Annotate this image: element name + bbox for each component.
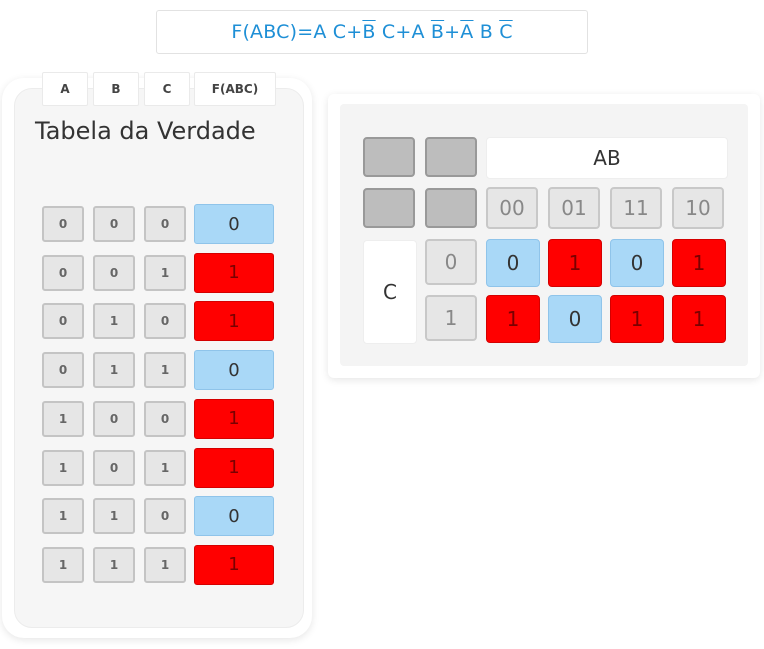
formula-segment: C: [499, 21, 513, 43]
formula-segment: A: [460, 21, 474, 43]
truth-table-header: F(ABC): [194, 72, 276, 106]
truth-table-input-cell: 0: [144, 498, 186, 535]
truth-table-input-cell: 1: [93, 546, 135, 583]
truth-table-output-cell: 0: [194, 204, 274, 244]
kmap-corner-block: [363, 188, 415, 228]
truth-table-input-cell: 1: [93, 352, 135, 389]
truth-table-input-cell: 0: [93, 400, 135, 437]
truth-table-input-cell: 0: [42, 303, 84, 340]
truth-table-input-cell: 1: [93, 498, 135, 535]
kmap-corner-block: [363, 137, 415, 177]
truth-table-input-cell: 1: [144, 254, 186, 291]
kmap-cell: 1: [672, 239, 726, 287]
truth-table-input-cell: 0: [42, 254, 84, 291]
kmap-column-code: 10: [672, 187, 724, 229]
formula-segment: C+A: [375, 21, 431, 43]
formula-segment: C+: [332, 21, 363, 43]
truth-table-input-cell: 0: [144, 400, 186, 437]
kmap-cell: 0: [548, 295, 602, 343]
truth-table-input-cell: 0: [42, 206, 84, 242]
truth-table-input-cell: 0: [144, 303, 186, 340]
truth-table-input-cell: 1: [144, 352, 186, 389]
truth-table-input-cell: 1: [42, 400, 84, 437]
formula-segment: F(ABC)=A: [231, 21, 333, 43]
truth-table-input-cell: 0: [42, 352, 84, 389]
kmap-cell: 1: [486, 295, 540, 343]
truth-table-output-cell: 1: [194, 301, 274, 342]
kmap-cell: 0: [486, 239, 540, 287]
kmap-column-code: 00: [486, 187, 538, 229]
truth-table-output-cell: 1: [194, 398, 274, 439]
truth-table-input-cell: 1: [93, 303, 135, 340]
truth-table-input-cell: 0: [93, 206, 135, 242]
kmap-column-code: 01: [548, 187, 600, 229]
truth-table-input-cell: 1: [42, 449, 84, 486]
truth-table-input-cell: 1: [144, 546, 186, 583]
truth-table-header: C: [144, 72, 190, 106]
truth-table-output-cell: 0: [194, 350, 274, 391]
truth-table-header: A: [42, 72, 88, 106]
formula-segment: +: [444, 21, 461, 43]
kmap-row-code: 1: [425, 295, 477, 341]
truth-table-input-cell: 0: [93, 449, 135, 486]
truth-table-output-cell: 1: [194, 544, 274, 585]
truth-table-input-cell: 1: [42, 498, 84, 535]
kmap-column-code: 11: [610, 187, 662, 229]
truth-table-input-cell: 1: [144, 449, 186, 486]
kmap-corner-block: [425, 137, 477, 177]
kmap-corner-block: [425, 188, 477, 228]
truth-table-output-cell: 1: [194, 252, 274, 293]
truth-table-input-cell: 0: [144, 206, 186, 242]
truth-table-output-cell: 0: [194, 496, 274, 537]
kmap-cell: 1: [610, 295, 664, 343]
truth-table-output-cell: 1: [194, 447, 274, 488]
formula-segment: B: [430, 21, 445, 43]
truth-table-input-cell: 1: [42, 546, 84, 583]
kmap-column-variable: AB: [486, 137, 728, 179]
kmap-cell: 0: [610, 239, 664, 287]
kmap-row-variable: C: [363, 240, 417, 344]
truth-table-title: Tabela da Verdade: [35, 117, 256, 145]
formula-segment: B: [473, 21, 500, 43]
formula-display: F(ABC)=A C+ B C+A B + A B C: [156, 10, 588, 54]
truth-table-input-cell: 0: [93, 254, 135, 291]
formula-segment: B: [362, 21, 376, 43]
kmap-cell: 1: [548, 239, 602, 287]
kmap-cell: 1: [672, 295, 726, 343]
truth-table-header: B: [93, 72, 139, 106]
kmap-row-code: 0: [425, 239, 477, 285]
